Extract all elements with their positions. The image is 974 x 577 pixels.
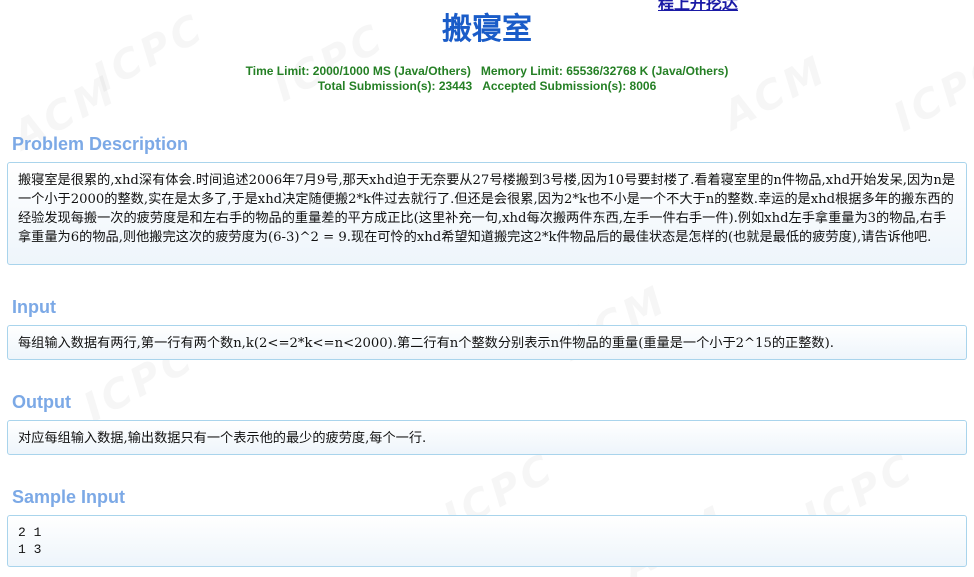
memory-limit: Memory Limit: 65536/32768 K (Java/Others… xyxy=(480,64,729,78)
time-limit: Time Limit: 2000/1000 MS (Java/Others) xyxy=(245,64,471,78)
limits-line-1: Time Limit: 2000/1000 MS (Java/Others) Me… xyxy=(0,64,974,79)
input-heading: Input xyxy=(12,297,56,317)
sample-input-heading: Sample Input xyxy=(12,487,126,507)
total-submissions: Total Submission(s): 23443 xyxy=(317,79,473,93)
sample-input-text: 2 1 1 3 xyxy=(18,525,42,557)
limits-line-2: Total Submission(s): 23443 Accepted Submi… xyxy=(0,79,974,94)
input-panel: 每组输入数据有两行,第一行有两个数n,k(2<=2*k<=n<2000).第二行… xyxy=(7,325,967,360)
description-heading: Problem Description xyxy=(12,134,189,154)
accepted-submissions: Accepted Submission(s): 8006 xyxy=(482,79,657,93)
output-panel: 对应每组输入数据,输出数据只有一个表示他的最少的疲劳度,每个一行. xyxy=(7,420,967,455)
sample-input-panel: 2 1 1 3 xyxy=(7,515,967,567)
input-text: 每组输入数据有两行,第一行有两个数n,k(2<=2*k<=n<2000).第二行… xyxy=(18,336,834,351)
description-panel: 搬寝室是很累的,xhd深有体会.时间追述2006年7月9号,那天xhd迫于无奈要… xyxy=(7,162,967,265)
output-heading: Output xyxy=(12,392,71,412)
output-text: 对应每组输入数据,输出数据只有一个表示他的最少的疲劳度,每个一行. xyxy=(18,431,427,446)
description-text: 搬寝室是很累的,xhd深有体会.时间追述2006年7月9号,那天xhd迫于无奈要… xyxy=(18,173,956,245)
problem-title: 搬寝室 xyxy=(442,12,532,47)
problem-limits: Time Limit: 2000/1000 MS (Java/Others) Me… xyxy=(0,64,974,94)
